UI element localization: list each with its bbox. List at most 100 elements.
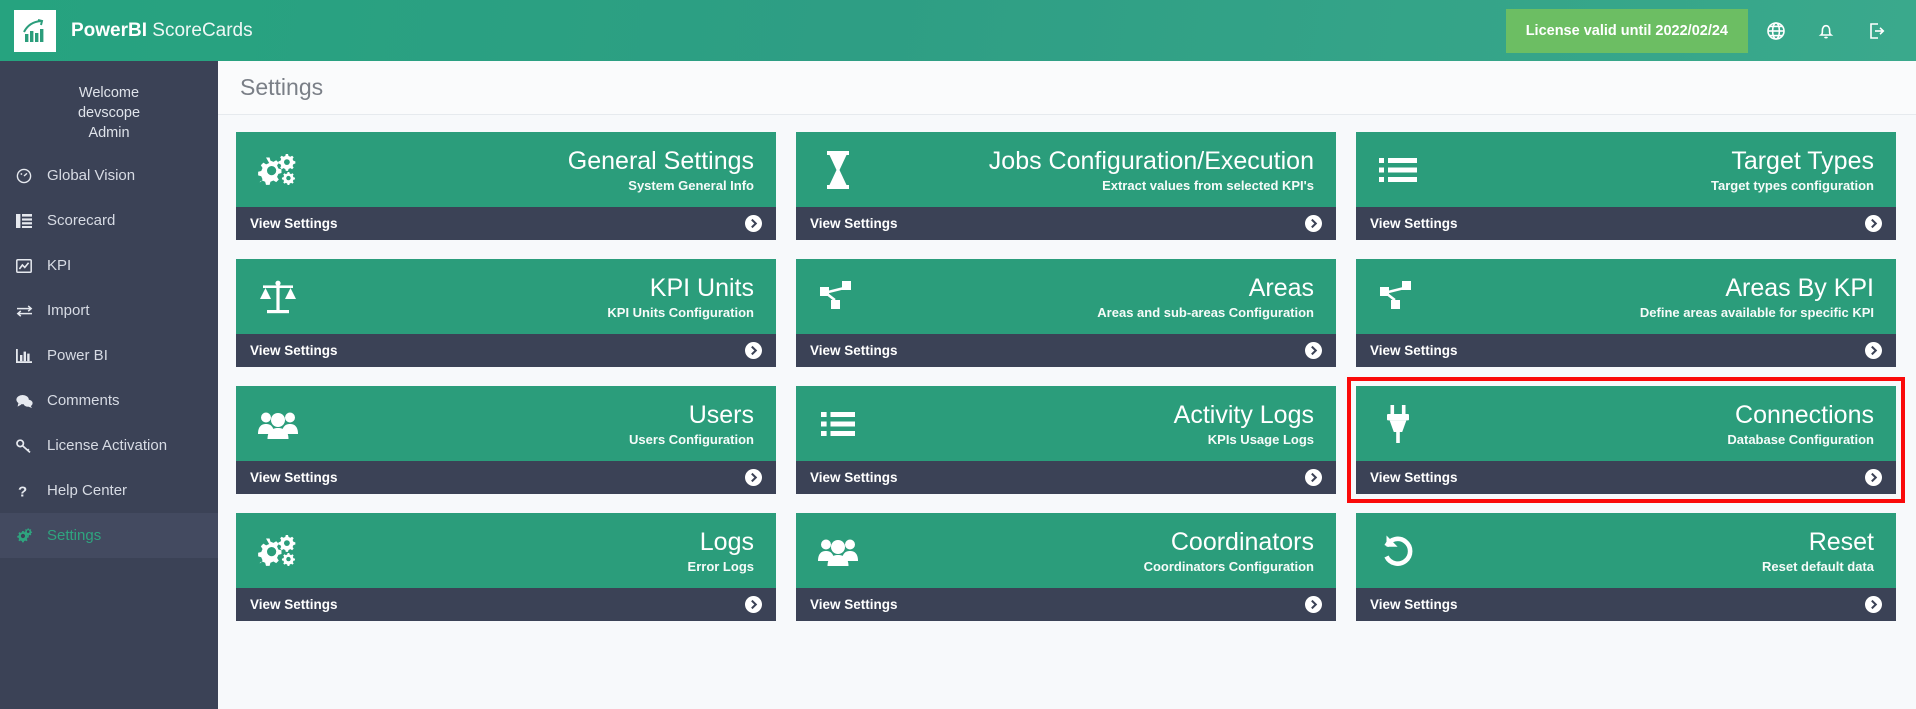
bar-chart-logo-icon bbox=[14, 9, 56, 52]
settings-card-kpi-units[interactable]: KPI Units KPI Units Configuration View S… bbox=[236, 259, 776, 367]
card-title: Target Types bbox=[1731, 146, 1874, 175]
sidebar-item-comments[interactable]: Comments bbox=[0, 378, 218, 423]
card-subtitle: KPI Units Configuration bbox=[607, 304, 754, 320]
card-subtitle: Users Configuration bbox=[629, 431, 754, 447]
settings-card-logs[interactable]: Logs Error Logs View Settings bbox=[236, 513, 776, 621]
card-body: Coordinators Coordinators Configuration bbox=[796, 513, 1336, 588]
chevron-right-circle-icon bbox=[1865, 342, 1882, 359]
gears-icon bbox=[254, 146, 302, 194]
sitemap-icon bbox=[814, 273, 862, 321]
settings-card-areas[interactable]: Areas Areas and sub-areas Configuration … bbox=[796, 259, 1336, 367]
card-title: Reset bbox=[1808, 527, 1874, 556]
settings-card-target-types[interactable]: Target Types Target types configuration … bbox=[1356, 132, 1896, 240]
sidebar-item-license-activation[interactable]: License Activation bbox=[0, 423, 218, 468]
card-title: Connections bbox=[1735, 400, 1874, 429]
settings-card-connections[interactable]: Connections Database Configuration View … bbox=[1347, 377, 1905, 503]
card-footer-view-settings[interactable]: View Settings bbox=[796, 207, 1336, 240]
card-footer-view-settings[interactable]: View Settings bbox=[1356, 461, 1896, 494]
sidebar-item-power-bi[interactable]: Power BI bbox=[0, 333, 218, 378]
chevron-right-circle-icon bbox=[745, 342, 762, 359]
card-footer-view-settings[interactable]: View Settings bbox=[1356, 207, 1896, 240]
card-footer-view-settings[interactable]: View Settings bbox=[236, 461, 776, 494]
view-settings-label: View Settings bbox=[810, 216, 898, 231]
exchange-arrows-icon bbox=[16, 302, 40, 320]
card-title: Users bbox=[688, 400, 754, 429]
card-text: Areas Areas and sub-areas Configuration bbox=[1097, 274, 1318, 320]
card-text: Users Users Configuration bbox=[629, 401, 758, 447]
list-icon bbox=[1374, 146, 1422, 194]
card-body: Target Types Target types configuration bbox=[1356, 132, 1896, 207]
sidebar-item-label: Power BI bbox=[47, 347, 108, 364]
card-title: Logs bbox=[699, 527, 754, 556]
sidebar-item-label: Scorecard bbox=[47, 212, 116, 229]
sidebar-item-scorecard[interactable]: Scorecard bbox=[0, 198, 218, 243]
card-footer-view-settings[interactable]: View Settings bbox=[236, 207, 776, 240]
svg-text:?: ? bbox=[18, 483, 27, 499]
chevron-right-circle-icon bbox=[1305, 596, 1322, 613]
chevron-right-circle-icon bbox=[1305, 469, 1322, 486]
card-body: Areas By KPI Define areas available for … bbox=[1356, 259, 1896, 334]
card-footer-view-settings[interactable]: View Settings bbox=[1356, 588, 1896, 621]
welcome-block: Welcome devscope Admin bbox=[0, 61, 218, 153]
card-text: KPI Units KPI Units Configuration bbox=[607, 274, 758, 320]
card-body: Users Users Configuration bbox=[236, 386, 776, 461]
undo-icon bbox=[1374, 527, 1422, 575]
sidebar-item-label: Settings bbox=[47, 527, 102, 544]
card-text: Target Types Target types configuration bbox=[1711, 147, 1878, 193]
chevron-right-circle-icon bbox=[1305, 342, 1322, 359]
card-text: Jobs Configuration/Execution Extract val… bbox=[989, 147, 1318, 193]
card-footer-view-settings[interactable]: View Settings bbox=[236, 588, 776, 621]
sidebar-item-settings[interactable]: Settings bbox=[0, 513, 218, 558]
card-footer-view-settings[interactable]: View Settings bbox=[236, 334, 776, 367]
sidebar-item-global-vision[interactable]: Global Vision bbox=[0, 153, 218, 198]
view-settings-label: View Settings bbox=[1370, 470, 1458, 485]
sidebar-item-import[interactable]: Import bbox=[0, 288, 218, 333]
sidebar-item-label: Import bbox=[47, 302, 90, 319]
sidebar-item-kpi[interactable]: KPI bbox=[0, 243, 218, 288]
gears-icon bbox=[16, 527, 40, 545]
card-subtitle: Define areas available for specific KPI bbox=[1639, 304, 1874, 320]
card-title: Jobs Configuration/Execution bbox=[988, 146, 1314, 175]
card-title: Coordinators bbox=[1170, 527, 1314, 556]
card-footer-view-settings[interactable]: View Settings bbox=[796, 461, 1336, 494]
comments-icon bbox=[16, 392, 40, 410]
welcome-username: devscope bbox=[77, 105, 141, 121]
welcome-greeting: Welcome bbox=[78, 85, 140, 101]
globe-icon[interactable] bbox=[1754, 9, 1798, 53]
settings-card-users[interactable]: Users Users Configuration View Settings bbox=[236, 386, 776, 494]
logout-icon[interactable] bbox=[1854, 9, 1898, 53]
card-body: General Settings System General Info bbox=[236, 132, 776, 207]
card-body: Activity Logs KPIs Usage Logs bbox=[796, 386, 1336, 461]
sidebar-item-help-center[interactable]: ? Help Center bbox=[0, 468, 218, 513]
chevron-right-circle-icon bbox=[745, 215, 762, 232]
card-footer-view-settings[interactable]: View Settings bbox=[1356, 334, 1896, 367]
settings-card-jobs-configuration-execution[interactable]: Jobs Configuration/Execution Extract val… bbox=[796, 132, 1336, 240]
license-status-badge[interactable]: License valid until 2022/02/24 bbox=[1505, 8, 1748, 53]
brand-title-bold: PowerBI bbox=[71, 19, 148, 41]
card-text: Activity Logs KPIs Usage Logs bbox=[1174, 401, 1318, 447]
chevron-right-circle-icon bbox=[745, 469, 762, 486]
view-settings-label: View Settings bbox=[250, 597, 338, 612]
settings-card-coordinators[interactable]: Coordinators Coordinators Configuration … bbox=[796, 513, 1336, 621]
sidebar-item-label: Help Center bbox=[47, 482, 128, 499]
settings-card-general-settings[interactable]: General Settings System General Info Vie… bbox=[236, 132, 776, 240]
card-title: General Settings bbox=[567, 146, 754, 175]
card-body: Areas Areas and sub-areas Configuration bbox=[796, 259, 1336, 334]
settings-card-areas-by-kpi[interactable]: Areas By KPI Define areas available for … bbox=[1356, 259, 1896, 367]
sidebar-item-label: Comments bbox=[47, 392, 120, 409]
card-footer-view-settings[interactable]: View Settings bbox=[796, 588, 1336, 621]
settings-card-reset[interactable]: Reset Reset default data View Settings bbox=[1356, 513, 1896, 621]
brand-title-light: ScoreCards bbox=[147, 19, 253, 41]
bell-icon[interactable] bbox=[1804, 9, 1848, 53]
card-footer-view-settings[interactable]: View Settings bbox=[796, 334, 1336, 367]
card-subtitle: Reset default data bbox=[1762, 558, 1874, 574]
table-icon bbox=[16, 212, 40, 230]
view-settings-label: View Settings bbox=[810, 597, 898, 612]
page-title-bar: Settings bbox=[218, 61, 1916, 115]
card-subtitle: Areas and sub-areas Configuration bbox=[1097, 304, 1314, 320]
view-settings-label: View Settings bbox=[250, 343, 338, 358]
chevron-right-circle-icon bbox=[1305, 215, 1322, 232]
chevron-right-circle-icon bbox=[1865, 596, 1882, 613]
view-settings-label: View Settings bbox=[810, 343, 898, 358]
settings-card-activity-logs[interactable]: Activity Logs KPIs Usage Logs View Setti… bbox=[796, 386, 1336, 494]
